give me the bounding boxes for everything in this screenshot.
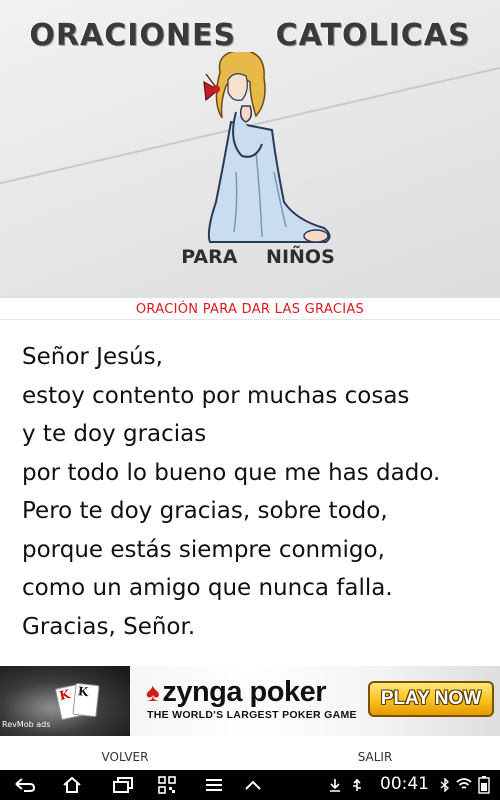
download-icon xyxy=(330,779,340,792)
prayer-title: ORACIÓN PARA DAR LAS GRACIAS xyxy=(135,302,365,317)
battery-icon xyxy=(478,776,490,794)
playing-card: K xyxy=(72,682,100,718)
prayer-line: porque estás siempre conmigo, xyxy=(22,536,385,563)
ad-network-label: RevMob ads xyxy=(2,720,51,729)
ad-brand: ♠ zynga poker xyxy=(146,676,327,708)
app-title: ORACIONES CATOLICAS xyxy=(29,18,471,53)
exit-button[interactable]: SALIR xyxy=(250,750,500,764)
qr-scanner-icon[interactable] xyxy=(158,776,176,794)
praying-girl-illustration xyxy=(203,52,331,243)
wifi-icon xyxy=(456,778,472,789)
prayer-line: Pero te doy gracias, sobre todo, xyxy=(22,498,388,524)
ad-banner[interactable]: K K RevMob ads ♠ zynga poker THE WORLD'S … xyxy=(0,666,500,736)
play-now-button[interactable]: PLAY NOW xyxy=(368,681,494,717)
divider xyxy=(0,296,500,298)
system-navigation-bar: 00:41 xyxy=(0,770,500,800)
prayer-line: y te doy gracias xyxy=(22,421,207,447)
app-subtitle: PARA NIÑOS xyxy=(181,246,335,268)
status-clock: 00:41 xyxy=(380,774,429,794)
prayer-line: como un amigo que nunca falla. xyxy=(22,575,393,601)
prayer-line: Señor Jesús, xyxy=(22,344,163,370)
home-nav-icon[interactable] xyxy=(62,777,82,793)
recent-apps-icon[interactable] xyxy=(112,777,134,793)
prayer-text: Señor Jesús, estoy contento por muchas c… xyxy=(22,338,492,646)
divider xyxy=(0,319,500,320)
prayer-line: por todo lo bueno que me has dado. xyxy=(22,459,441,486)
prayer-line: Gracias, Señor. xyxy=(22,613,196,640)
spade-icon: ♠ xyxy=(146,677,160,707)
prayer-line: estoy contento por muchas cosas xyxy=(22,382,410,409)
app-header-banner: ORACIONES CATOLICAS PARA NIÑOS xyxy=(0,0,500,296)
menu-icon[interactable] xyxy=(205,778,223,792)
bottom-button-bar: VOLVER SALIR xyxy=(0,748,500,770)
bluetooth-icon xyxy=(440,778,450,792)
back-button[interactable]: VOLVER xyxy=(0,750,250,764)
chevron-up-icon[interactable] xyxy=(244,779,262,791)
ad-tagline: THE WORLD'S LARGEST POKER GAME xyxy=(147,709,357,721)
usb-icon xyxy=(353,778,361,791)
back-nav-icon[interactable] xyxy=(14,778,36,792)
